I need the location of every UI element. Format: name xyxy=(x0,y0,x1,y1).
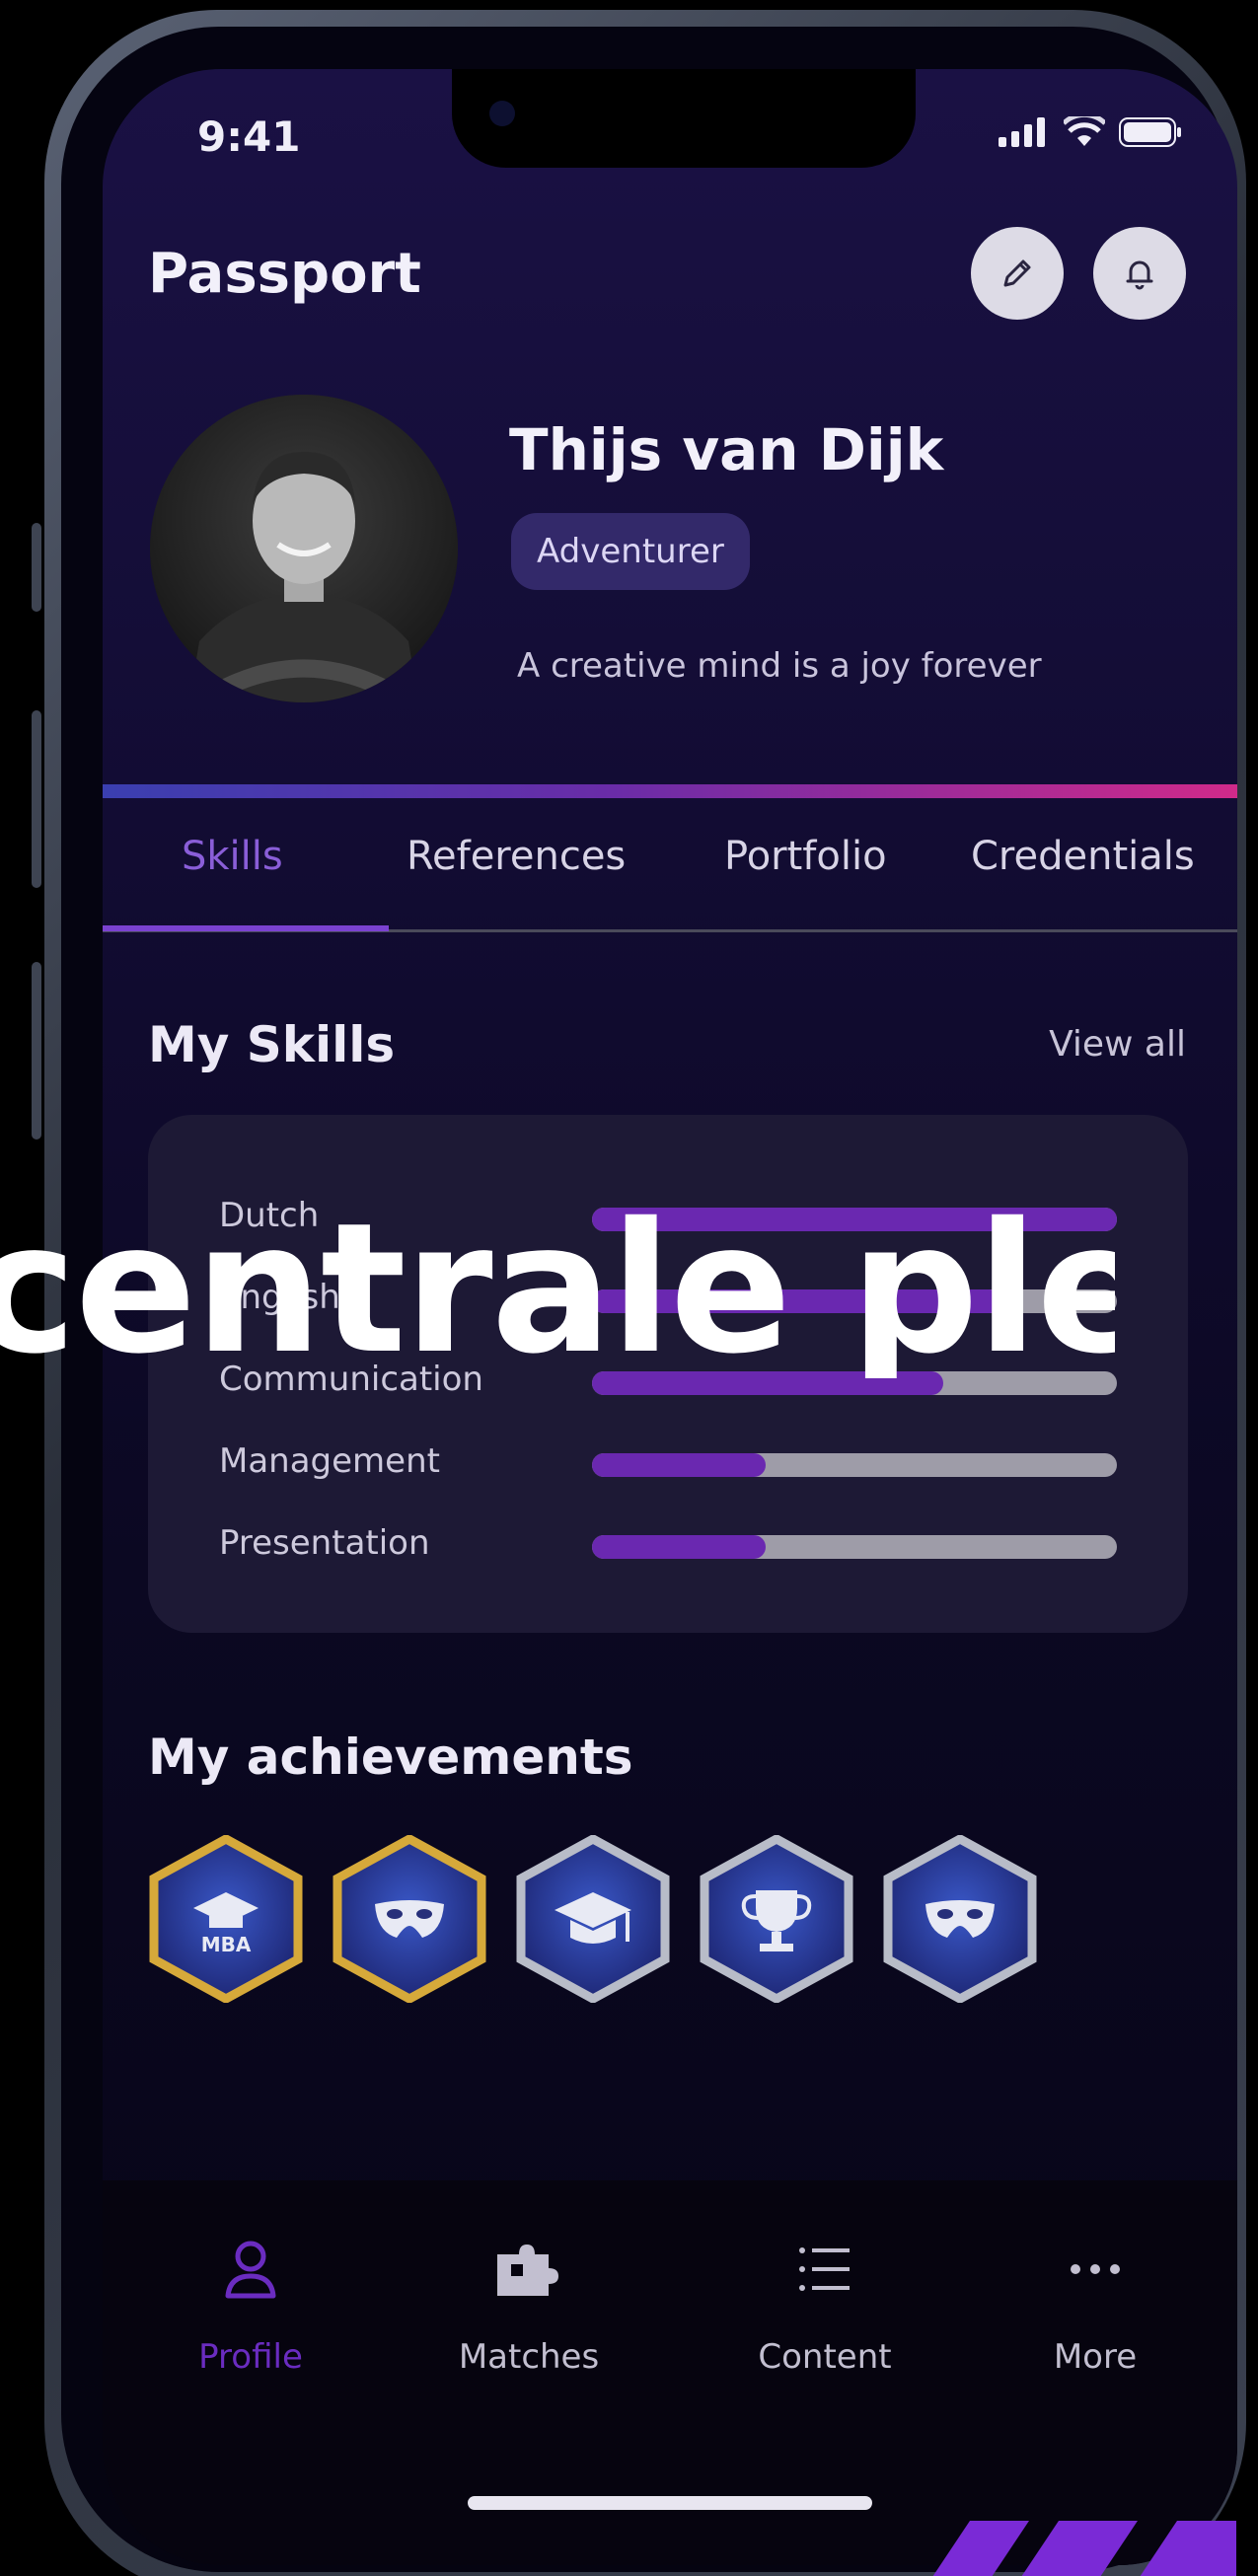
volume-down-button xyxy=(32,962,41,1140)
person-icon xyxy=(225,2241,276,2299)
battery-icon xyxy=(1119,117,1181,147)
signal-icon xyxy=(999,117,1045,147)
badge-text: MBA xyxy=(201,1933,252,1956)
achievements-list: MBA xyxy=(148,1835,1038,2003)
tab-active-indicator xyxy=(103,925,389,931)
user-level-badge: Adventurer xyxy=(511,513,750,590)
overlay-caption: centrale plek xyxy=(0,1199,1115,1378)
notch xyxy=(452,69,916,168)
user-name: Thijs van Dijk xyxy=(509,416,944,483)
nav-content[interactable]: Content xyxy=(726,2235,924,2377)
skill-bar xyxy=(592,1535,1117,1559)
nav-label: Profile xyxy=(198,2337,303,2377)
graduation-cap-icon[interactable] xyxy=(515,1835,671,2003)
trophy-icon[interactable] xyxy=(699,1835,854,2003)
volume-up-button xyxy=(32,710,41,888)
user-bio: A creative mind is a joy forever xyxy=(517,646,1042,686)
list-icon xyxy=(799,2247,850,2291)
mask-icon[interactable] xyxy=(882,1835,1038,2003)
status-icons xyxy=(999,116,1182,148)
nav-label: Matches xyxy=(458,2337,600,2377)
mask-icon[interactable] xyxy=(332,1835,487,2003)
edit-button[interactable] xyxy=(971,227,1064,320)
tab-credentials[interactable]: Credentials xyxy=(971,834,1195,879)
achievements-title: My achievements xyxy=(148,1729,633,1786)
nav-more[interactable]: More xyxy=(997,2235,1194,2377)
mute-switch xyxy=(32,523,41,612)
avatar xyxy=(150,395,458,702)
puzzle-icon xyxy=(497,2245,558,2296)
home-indicator xyxy=(468,2496,872,2510)
skill-label: Management xyxy=(219,1441,440,1481)
avatar-photo xyxy=(150,395,458,702)
skill-label: Presentation xyxy=(219,1523,430,1563)
skill-bar-fill xyxy=(592,1535,766,1559)
brand-logo-icon xyxy=(932,2521,1236,2576)
page-title: Passport xyxy=(148,242,421,306)
passport-tabs: Skills References Portfolio Credentials xyxy=(103,834,1237,932)
stage: 9:41 Passport Thijs van Dijk Adventurer … xyxy=(0,0,1258,2576)
tab-skills[interactable]: Skills xyxy=(182,834,283,879)
view-all-link[interactable]: View all xyxy=(1049,1024,1186,1065)
nav-label: Content xyxy=(758,2337,892,2377)
nav-profile[interactable]: Profile xyxy=(152,2235,349,2377)
skill-row: Management xyxy=(219,1441,1117,1491)
pencil-icon xyxy=(1003,259,1031,287)
status-time: 9:41 xyxy=(197,112,301,161)
more-dots-icon xyxy=(1071,2264,1120,2274)
camera-icon xyxy=(489,101,515,126)
tab-references[interactable]: References xyxy=(407,834,626,879)
skills-title: My Skills xyxy=(148,1016,396,1073)
mba-cap-icon[interactable]: MBA xyxy=(148,1835,304,2003)
skill-row: Presentation xyxy=(219,1523,1117,1573)
notifications-button[interactable] xyxy=(1093,227,1186,320)
skill-bar xyxy=(592,1453,1117,1477)
skill-bar-fill xyxy=(592,1453,766,1477)
nav-matches[interactable]: Matches xyxy=(430,2235,628,2377)
wifi-icon xyxy=(1064,116,1105,146)
profile-divider xyxy=(103,784,1237,798)
nav-label: More xyxy=(1053,2337,1138,2377)
tab-portfolio[interactable]: Portfolio xyxy=(724,834,887,879)
bell-icon xyxy=(1126,260,1153,290)
